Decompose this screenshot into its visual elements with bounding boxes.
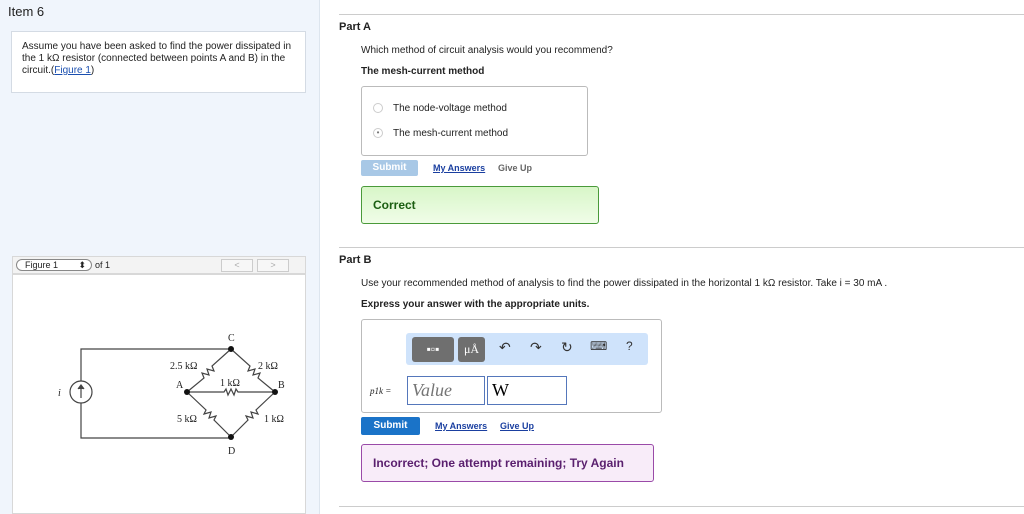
node-label-a: A <box>176 380 184 391</box>
value-input[interactable] <box>407 376 485 405</box>
give-up-a: Give Up <box>498 163 533 173</box>
part-a-question: Which method of circuit analysis would y… <box>361 45 613 56</box>
node-label-d: D <box>228 446 235 457</box>
node-a <box>184 389 190 395</box>
redo-icon[interactable]: ↷ <box>530 339 542 356</box>
give-up-link-b[interactable]: Give Up <box>500 421 534 431</box>
node-label-b: B <box>278 380 285 391</box>
variable-label: p1k = <box>370 386 392 396</box>
divider <box>339 14 1024 15</box>
part-a-title: Part A <box>339 21 371 33</box>
resistor-label-bd: 1 kΩ <box>264 414 284 425</box>
node-d <box>228 434 234 440</box>
resistor-label-ca: 2.5 kΩ <box>170 361 197 372</box>
units-input[interactable] <box>487 376 567 405</box>
wire-left <box>80 348 231 439</box>
my-answers-link-b[interactable]: My Answers <box>435 421 487 431</box>
help-button[interactable]: ? <box>626 339 633 353</box>
part-b-title: Part B <box>339 254 372 266</box>
node-label-c: C <box>228 333 235 344</box>
radio-node-voltage[interactable] <box>373 103 383 113</box>
resistor-label-cb: 2 kΩ <box>258 361 278 372</box>
resistor-label-ad: 5 kΩ <box>177 414 197 425</box>
feedback-incorrect: Incorrect; One attempt remaining; Try Ag… <box>361 444 654 482</box>
resistor-label-ab: 1 kΩ <box>220 378 240 389</box>
feedback-correct: Correct <box>361 186 599 224</box>
source-label: i <box>58 388 61 399</box>
units-button[interactable]: μÅ <box>458 337 485 362</box>
resistor-ab <box>187 387 275 397</box>
part-a-answer: The mesh-current method <box>361 66 485 77</box>
divider <box>339 247 1024 248</box>
math-toolbar: ▪▫▪ μÅ ↶ ↷ ↻ ⌨ ? <box>406 333 648 365</box>
part-b-instruction: Express your answer with the appropriate… <box>361 299 590 310</box>
radio-mesh-current[interactable]: • <box>373 128 383 138</box>
submit-button-b[interactable]: Submit <box>361 417 420 435</box>
part-b-question: Use your recommended method of analysis … <box>361 278 888 289</box>
templates-icon[interactable]: ▪▫▪ <box>412 337 454 362</box>
node-c <box>228 346 234 352</box>
option-label: The mesh-current method <box>393 128 509 139</box>
submit-button-a[interactable]: Submit <box>361 160 418 176</box>
option-label: The node-voltage method <box>393 103 507 114</box>
circuit-diagram: i C A B D 2.5 kΩ 2 kΩ 1 kΩ 5 kΩ 1 kΩ <box>58 333 285 457</box>
reset-icon[interactable]: ↻ <box>561 339 573 356</box>
options-box <box>361 86 588 156</box>
my-answers-link-a[interactable]: My Answers <box>433 163 485 173</box>
undo-icon[interactable]: ↶ <box>499 339 511 356</box>
keyboard-icon[interactable]: ⌨ <box>590 339 607 353</box>
divider <box>339 506 1024 507</box>
